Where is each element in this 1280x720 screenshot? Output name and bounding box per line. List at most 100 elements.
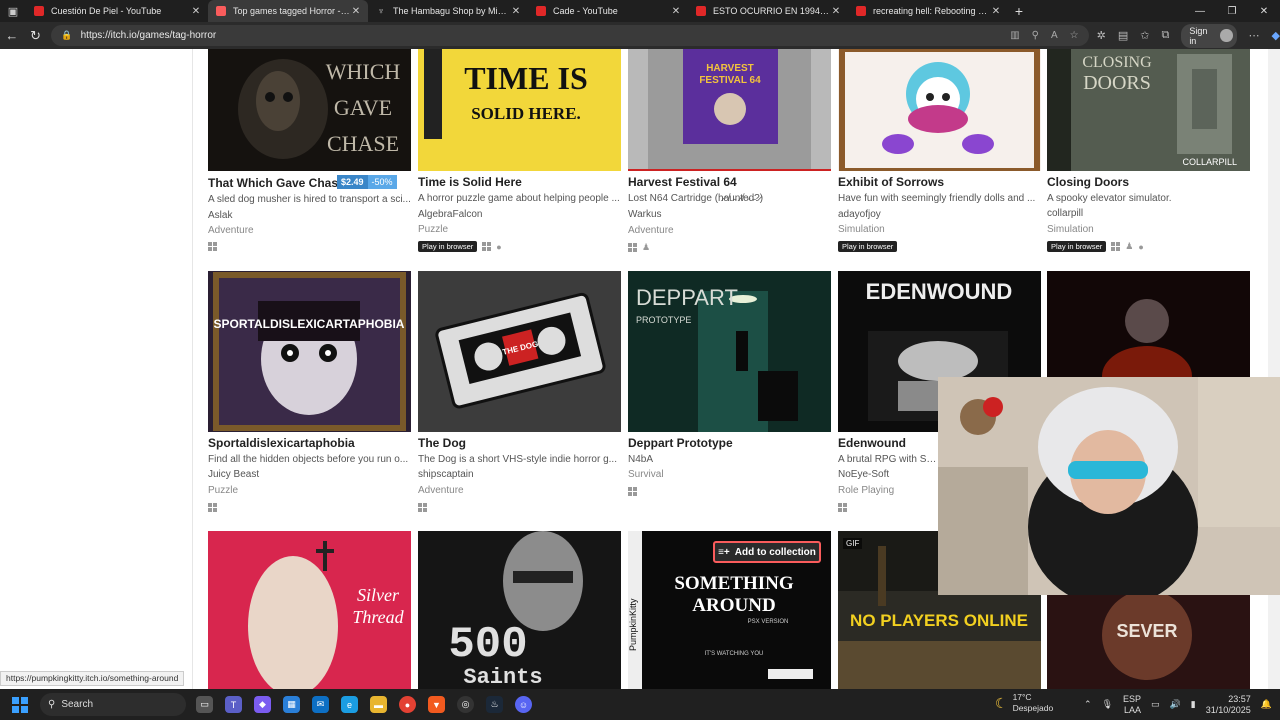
- mail-icon[interactable]: ✉: [312, 696, 329, 713]
- game-thumbnail-5[interactable]: SPORTALDISLEXICARTAPHOBIA: [208, 271, 411, 432]
- teams-icon[interactable]: T: [225, 696, 242, 713]
- more-menu-icon[interactable]: ⋯: [1249, 29, 1260, 42]
- copilot-app-icon[interactable]: ◆: [254, 696, 271, 713]
- game-title[interactable]: Sportaldislexicartaphobia: [208, 436, 355, 450]
- maximize-icon[interactable]: ❐: [1216, 0, 1248, 22]
- game-description: A brutal RPG with Surv...: [838, 454, 938, 465]
- game-title[interactable]: Closing Doors: [1047, 175, 1129, 189]
- network-icon[interactable]: ▭: [1151, 699, 1160, 710]
- copilot-icon[interactable]: ◆: [1272, 29, 1280, 42]
- tab-4[interactable]: ESTO OCURRIO EN 1994... - YouTube ✕: [688, 0, 848, 22]
- start-button[interactable]: [0, 696, 40, 713]
- windows-start-icon: [12, 696, 28, 713]
- url-field[interactable]: 🔒 https://itch.io/games/tag-horror ▥ ⚲ A…: [51, 25, 1089, 46]
- volume-icon[interactable]: 🔊: [1170, 699, 1181, 710]
- discord-icon[interactable]: ☺: [515, 696, 532, 713]
- weather-widget[interactable]: ☾ 17°C Despejado: [995, 692, 1053, 714]
- game-genre: Simulation: [1047, 224, 1094, 235]
- sign-in-button[interactable]: Sign in: [1181, 23, 1237, 48]
- game-genre: Role Playing: [838, 485, 895, 496]
- game-author[interactable]: shipscaptain: [418, 469, 474, 480]
- svg-text:SEVER: SEVER: [1116, 621, 1177, 641]
- reload-icon[interactable]: ↻: [24, 28, 48, 44]
- edge-icon[interactable]: e: [341, 696, 358, 713]
- zoom-icon[interactable]: ⚲: [1032, 30, 1039, 41]
- new-tab-button[interactable]: +: [1008, 3, 1030, 19]
- game-thumbnail-1[interactable]: TIME IS SOLID HERE.: [418, 49, 621, 171]
- minimize-icon[interactable]: —: [1184, 0, 1216, 22]
- battery-icon[interactable]: ▮: [1191, 699, 1196, 710]
- game-title[interactable]: Time is Solid Here: [418, 175, 522, 189]
- game-author[interactable]: Warkus: [628, 209, 662, 220]
- add-to-collection-label: Add to collection: [734, 546, 816, 558]
- game-thumbnail-14[interactable]: SEVER: [1047, 595, 1250, 689]
- game-thumbnail-2[interactable]: HARVEST FESTIVAL 64: [628, 49, 831, 171]
- collections-icon[interactable]: ⧉: [1161, 29, 1169, 42]
- github-icon[interactable]: ◎: [457, 696, 474, 713]
- tab-5[interactable]: recreating hell: Rebooting - YouTube ✕: [848, 0, 1008, 22]
- brave-icon[interactable]: ▼: [428, 696, 445, 713]
- tab-2[interactable]: ♆ The Hambagu Shop by Mike Ten ✕: [368, 0, 528, 22]
- game-thumbnail-10[interactable]: Silver Thread: [208, 531, 411, 689]
- game-thumbnail-4[interactable]: CLOSING DOORS COLLARPILL: [1047, 49, 1250, 171]
- tab-1[interactable]: Top games tagged Horror - itch.io ✕: [208, 0, 368, 22]
- game-author[interactable]: Aslak: [208, 210, 232, 221]
- svg-text:500: 500: [448, 620, 527, 670]
- notification-icon[interactable]: 🔔: [1261, 699, 1272, 710]
- game-title[interactable]: Exhibit of Sorrows: [838, 175, 944, 189]
- itch-icon: [216, 6, 226, 16]
- tab-actions-icon[interactable]: ▣: [0, 0, 26, 22]
- close-icon[interactable]: ✕: [670, 6, 682, 17]
- close-icon[interactable]: ✕: [350, 6, 362, 17]
- close-icon[interactable]: ✕: [990, 6, 1002, 17]
- game-author[interactable]: Juicy Beast: [208, 469, 259, 480]
- close-icon[interactable]: ✕: [830, 6, 842, 17]
- favorites-icon[interactable]: ✩: [1140, 29, 1149, 42]
- game-thumbnail-6[interactable]: THE DOG: [418, 271, 621, 432]
- tab-title: Cuestión De Piel - YouTube: [51, 6, 162, 16]
- taskbar-search[interactable]: ⚲ Search: [40, 693, 186, 716]
- game-author[interactable]: AlgebraFalcon: [418, 209, 482, 220]
- extensions-icon[interactable]: ✲: [1097, 29, 1106, 42]
- tray-chevron-icon[interactable]: ⌃: [1084, 699, 1092, 710]
- close-icon[interactable]: ✕: [190, 6, 202, 17]
- play-in-browser-badge: Play in browser: [418, 241, 478, 252]
- clock[interactable]: 23:57 31/10/2025: [1206, 694, 1251, 716]
- game-title[interactable]: That Which Gave Chase: [208, 176, 345, 190]
- game-title[interactable]: The Dog: [418, 436, 466, 450]
- add-to-collection-button[interactable]: ≡+ Add to collection: [713, 541, 821, 563]
- reader-icon[interactable]: ▥: [1010, 30, 1019, 41]
- microphone-icon[interactable]: 🎙: [1102, 699, 1113, 710]
- weather-temp: 17°C: [1012, 692, 1032, 702]
- game-title[interactable]: Edenwound: [838, 436, 906, 450]
- language-indicator[interactable]: ESP LAA: [1123, 694, 1141, 716]
- favorite-star-icon[interactable]: ☆: [1070, 30, 1079, 41]
- game-description: N4bA: [628, 454, 654, 465]
- windows-icon: [1111, 242, 1121, 251]
- game-thumbnail-7[interactable]: DEPPART PROTOTYPE: [628, 271, 831, 432]
- game-thumbnail-0[interactable]: WHICH GAVE CHASE: [208, 49, 411, 171]
- chrome-icon[interactable]: ●: [399, 696, 416, 713]
- file-explorer-icon[interactable]: ▬: [370, 696, 387, 713]
- platforms: [418, 503, 427, 512]
- game-author[interactable]: collarpill: [1047, 208, 1083, 219]
- read-aloud-icon[interactable]: A: [1051, 30, 1058, 41]
- game-author[interactable]: adayofjoy: [838, 209, 881, 220]
- close-window-icon[interactable]: ✕: [1248, 0, 1280, 22]
- close-icon[interactable]: ✕: [510, 6, 522, 17]
- steam-icon[interactable]: ♨: [486, 696, 503, 713]
- platforms: Play in browser: [838, 241, 898, 252]
- game-thumbnail-3[interactable]: [838, 49, 1041, 171]
- task-view-icon[interactable]: ▭: [196, 696, 213, 713]
- game-author[interactable]: NoEye-Soft: [838, 469, 889, 480]
- tab-0[interactable]: Cuestión De Piel - YouTube ✕: [26, 0, 208, 22]
- price-badge[interactable]: $2.49 -50%: [337, 175, 397, 189]
- game-title[interactable]: Harvest Festival 64: [628, 175, 737, 189]
- tab-3[interactable]: Cade - YouTube ✕: [528, 0, 688, 22]
- game-thumbnail-11[interactable]: 500 Saints: [418, 531, 621, 689]
- game-title[interactable]: Deppart Prototype: [628, 436, 733, 450]
- back-icon[interactable]: ←: [0, 28, 24, 43]
- split-screen-icon[interactable]: ▤: [1118, 29, 1128, 42]
- store-icon[interactable]: ▦: [283, 696, 300, 713]
- thumbnail-art: [838, 49, 1041, 171]
